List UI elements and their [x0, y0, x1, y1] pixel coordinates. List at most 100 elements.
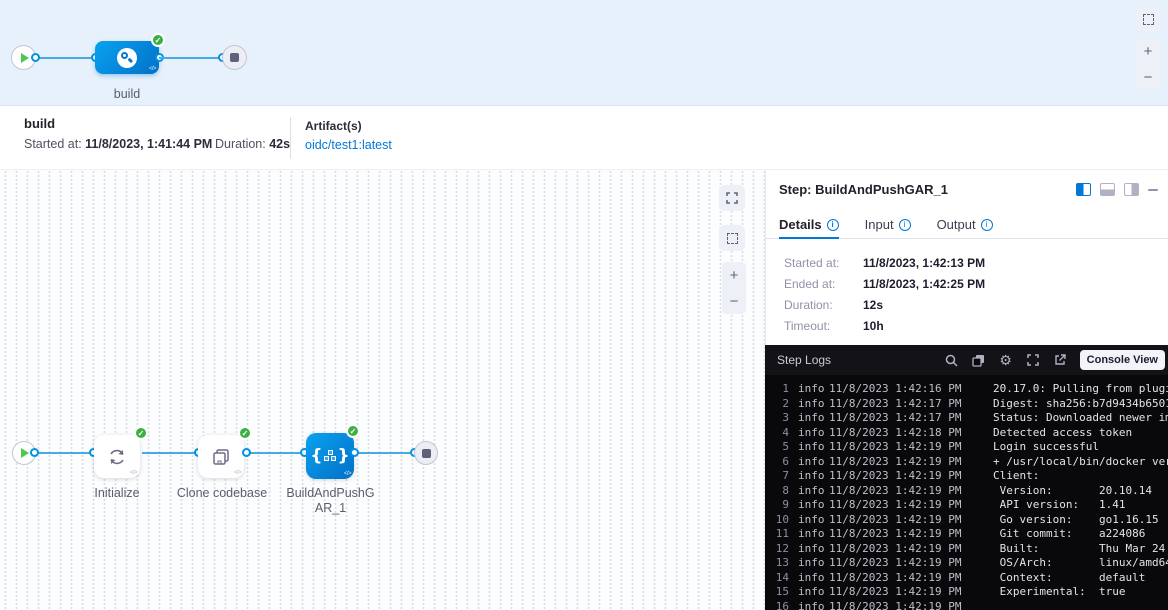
- stage-node-build[interactable]: [95, 41, 159, 74]
- step-node-initialize[interactable]: [94, 435, 140, 478]
- step-label: Clone codebase: [174, 486, 270, 501]
- copy-icon[interactable]: [972, 353, 986, 367]
- settings-gear-icon[interactable]: ⚙: [999, 353, 1013, 367]
- console-view-button[interactable]: Console View: [1080, 350, 1165, 370]
- stage-graph-strip: build: [0, 0, 1168, 106]
- log-line-number: 15: [771, 585, 789, 600]
- execution-canvas[interactable]: Initialize Clone codebase BuildAndPushGA…: [0, 170, 765, 610]
- log-timestamp: 11/8/2023 1:42:19 PM: [829, 600, 993, 610]
- zoom-in-button[interactable]: [1136, 38, 1160, 64]
- edge-dot: [350, 448, 359, 457]
- stage-label: build: [95, 87, 159, 102]
- log-timestamp: 11/8/2023 1:42:19 PM: [829, 440, 993, 455]
- log-line-number: 12: [771, 542, 789, 557]
- zoom-out-button[interactable]: [1136, 64, 1160, 90]
- log-line: 14 info 11/8/2023 1:42:19 PM Context: de…: [765, 571, 1168, 586]
- artifact-link[interactable]: oidc/test1:latest: [305, 138, 392, 152]
- log-line: 4 info 11/8/2023 1:42:18 PM Detected acc…: [765, 426, 1168, 441]
- open-in-new-icon[interactable]: [1053, 353, 1067, 367]
- stop-icon: [230, 53, 239, 62]
- console-title: Step Logs: [777, 353, 831, 367]
- edge: [356, 452, 416, 454]
- code-icon: [344, 471, 351, 477]
- build-stage-icon: [117, 48, 137, 68]
- log-timestamp: 11/8/2023 1:42:19 PM: [829, 571, 993, 586]
- log-line-number: 14: [771, 571, 789, 586]
- log-message: API version: 1.41: [993, 498, 1168, 513]
- log-timestamp: 11/8/2023 1:42:18 PM: [829, 426, 993, 441]
- log-level: info: [798, 411, 829, 426]
- log-body[interactable]: 1 info 11/8/2023 1:42:16 PM 20.17.0: Pul…: [765, 375, 1168, 610]
- zoom-in-button[interactable]: [722, 262, 746, 288]
- log-message: + /usr/local/bin/docker version: [993, 455, 1168, 470]
- log-message: Detected access token: [993, 426, 1168, 441]
- stage-title: build: [24, 116, 55, 131]
- tab-input[interactable]: Input: [865, 213, 911, 239]
- detail-row: Duration: 12s: [784, 294, 1154, 315]
- log-level: info: [798, 556, 829, 571]
- log-message: Version: 20.10.14: [993, 484, 1168, 499]
- stage-started: Started at: 11/8/2023, 1:41:44 PM: [24, 137, 212, 151]
- steps-end-node[interactable]: [414, 441, 438, 465]
- log-timestamp: 11/8/2023 1:42:19 PM: [829, 542, 993, 557]
- fullscreen-button[interactable]: [719, 185, 745, 211]
- log-timestamp: 11/8/2023 1:42:19 PM: [829, 455, 993, 470]
- play-icon: [21, 448, 29, 458]
- pipeline-end-node[interactable]: [222, 45, 247, 70]
- log-level: info: [798, 484, 829, 499]
- sync-icon: [106, 446, 128, 468]
- edge: [246, 452, 304, 454]
- log-line: 8 info 11/8/2023 1:42:19 PM Version: 20.…: [765, 484, 1168, 499]
- log-timestamp: 11/8/2023 1:42:19 PM: [829, 469, 993, 484]
- log-line-number: 3: [771, 411, 789, 426]
- marquee-select-button[interactable]: [1136, 7, 1160, 31]
- artifacts-label: Artifact(s): [305, 119, 362, 133]
- detail-row: Timeout: 10h: [784, 315, 1154, 336]
- log-level: info: [798, 498, 829, 513]
- step-node-buildandpushgar[interactable]: [306, 433, 354, 479]
- log-message: Go version: go1.16.15: [993, 513, 1168, 528]
- log-line-number: 16: [771, 600, 789, 610]
- layout-bottom-icon[interactable]: [1100, 183, 1115, 196]
- success-badge-icon: [134, 426, 148, 440]
- strip-zoom-control: [1136, 38, 1160, 90]
- divider: [290, 117, 291, 159]
- log-line: 3 info 11/8/2023 1:42:17 PM Status: Down…: [765, 411, 1168, 426]
- stage-info-bar: build Started at: 11/8/2023, 1:41:44 PM …: [0, 107, 1168, 170]
- log-message: Status: Downloaded newer image for p: [993, 411, 1168, 426]
- search-icon[interactable]: [945, 353, 959, 367]
- code-icon: [130, 470, 137, 476]
- detail-value: 10h: [863, 319, 884, 333]
- detail-row: Ended at: 11/8/2023, 1:42:25 PM: [784, 273, 1154, 294]
- log-level: info: [798, 513, 829, 528]
- log-timestamp: 11/8/2023 1:42:16 PM: [829, 382, 993, 397]
- marquee-select-button[interactable]: [719, 225, 745, 251]
- log-level: info: [798, 527, 829, 542]
- console-toolbar: ⚙ Console View: [945, 350, 1165, 370]
- layout-right-icon[interactable]: [1124, 183, 1139, 196]
- tab-details[interactable]: Details: [779, 213, 839, 239]
- edge-dot: [31, 53, 40, 62]
- gar-registry-icon: [310, 446, 349, 466]
- log-line: 6 info 11/8/2023 1:42:19 PM + /usr/local…: [765, 455, 1168, 470]
- code-icon: [234, 470, 241, 476]
- minimize-icon[interactable]: [1148, 189, 1158, 191]
- tab-output[interactable]: Output: [937, 213, 993, 239]
- log-line-number: 7: [771, 469, 789, 484]
- log-line-number: 13: [771, 556, 789, 571]
- log-line-number: 5: [771, 440, 789, 455]
- detail-label: Started at:: [784, 256, 863, 270]
- expand-icon[interactable]: [1026, 353, 1040, 367]
- layout-left-icon[interactable]: [1076, 183, 1091, 196]
- zoom-out-button[interactable]: [722, 288, 746, 314]
- log-timestamp: 11/8/2023 1:42:17 PM: [829, 411, 993, 426]
- edge: [34, 452, 96, 454]
- step-label: BuildAndPushGAR_1: [283, 486, 378, 516]
- step-label: Initialize: [69, 486, 165, 501]
- detail-row: Started at: 11/8/2023, 1:42:13 PM: [784, 252, 1154, 273]
- log-line: 12 info 11/8/2023 1:42:19 PM Built: Thu …: [765, 542, 1168, 557]
- log-message: [993, 600, 1168, 610]
- panel-layout-controls: [1076, 183, 1158, 196]
- step-node-clone-codebase[interactable]: [198, 435, 244, 478]
- log-line: 9 info 11/8/2023 1:42:19 PM API version:…: [765, 498, 1168, 513]
